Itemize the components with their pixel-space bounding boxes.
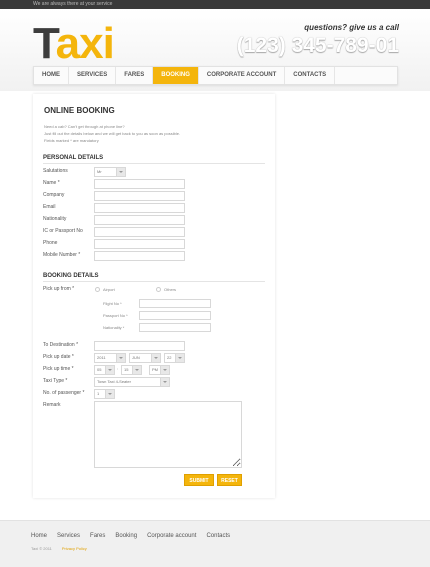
time-separator: : xyxy=(117,366,119,371)
mobile-label: Mobile Number * xyxy=(43,252,81,258)
nav-home[interactable]: Home xyxy=(34,67,69,84)
ic-passport-field[interactable] xyxy=(94,227,185,237)
top-bar-text: We are always there at your service xyxy=(33,1,113,7)
time-hour-select[interactable]: 05 xyxy=(94,365,115,375)
date-month-select[interactable]: JUN xyxy=(129,353,161,363)
passengers-label: No. of passenger * xyxy=(43,390,85,396)
nationality-label: Nationality xyxy=(43,216,67,222)
flight-no-label: Flight No * xyxy=(103,301,122,306)
date-day-value: 22 xyxy=(167,355,172,360)
time-hour-value: 05 xyxy=(97,367,102,372)
airport-radio[interactable] xyxy=(95,287,100,292)
date-year-select[interactable]: 2011 xyxy=(94,353,126,363)
booking-details-title: Booking Details xyxy=(43,273,99,279)
time-ampm-select[interactable]: PM xyxy=(149,365,170,375)
nav-booking[interactable]: Booking xyxy=(153,67,199,84)
intro-text: Need a cab? Can't get through at phone l… xyxy=(44,123,254,144)
date-day-select[interactable]: 22 xyxy=(164,353,185,363)
chevron-down-icon xyxy=(160,378,169,386)
passport-no-label: Passport No * xyxy=(103,313,128,318)
ic-passport-label: IC or Passport No xyxy=(43,228,83,234)
main-nav: Home Services Fares Booking Corporate ac… xyxy=(33,66,398,85)
copyright-text: Taxi © 2011 xyxy=(31,546,52,551)
footer-link-booking[interactable]: Booking xyxy=(115,533,137,539)
booking-nationality-label: Nationality * xyxy=(103,325,125,330)
name-field[interactable] xyxy=(94,179,185,189)
time-minute-select[interactable]: 15 xyxy=(121,365,142,375)
salutation-value: Mr xyxy=(97,169,102,174)
call-tagline: questions? give us a call xyxy=(304,23,399,32)
nav-fares[interactable]: Fares xyxy=(116,67,154,84)
pickup-date-label: Pick up date * xyxy=(43,354,74,360)
date-month-value: JUN xyxy=(132,355,140,360)
destination-label: To Destination * xyxy=(43,342,79,348)
submit-button[interactable]: Submit xyxy=(184,474,214,486)
time-ampm-value: PM xyxy=(152,367,158,372)
footer-link-services[interactable]: Services xyxy=(57,533,80,539)
personal-details-title: Personal Details xyxy=(43,155,104,161)
nationality-field[interactable] xyxy=(94,215,185,225)
divider xyxy=(43,281,265,282)
remark-textarea[interactable] xyxy=(94,401,242,468)
remark-label: Remark xyxy=(43,402,61,408)
nav-corporate-account[interactable]: Corporate account xyxy=(199,67,286,84)
copyright: Taxi © 2011 Privacy Policy xyxy=(31,546,87,551)
booking-panel: Online Booking Need a cab? Can't get thr… xyxy=(33,94,275,498)
chevron-down-icon xyxy=(105,390,114,398)
intro-line: Fields marked * are mandatory xyxy=(44,138,99,143)
airport-radio-label: Airport xyxy=(103,287,115,292)
nav-services[interactable]: Services xyxy=(69,67,117,84)
pickup-from-label: Pick up from * xyxy=(43,286,75,292)
logo-letter-t: T xyxy=(33,19,57,68)
destination-field[interactable] xyxy=(94,341,185,351)
footer: Home Services Fares Booking Corporate ac… xyxy=(0,520,430,567)
top-bar: We are always there at your service xyxy=(0,0,430,9)
chevron-down-icon xyxy=(175,354,184,362)
salutation-label: Salutations xyxy=(43,168,68,174)
company-label: Company xyxy=(43,192,65,198)
footer-link-corporate-account[interactable]: Corporate account xyxy=(147,533,196,539)
others-radio[interactable] xyxy=(156,287,161,292)
intro-line: Just fill out the details below and we w… xyxy=(44,131,181,136)
divider xyxy=(43,163,265,164)
mobile-field[interactable] xyxy=(94,251,185,261)
passport-no-field[interactable] xyxy=(139,311,211,320)
taxi-type-label: Taxi Type * xyxy=(43,378,68,384)
company-field[interactable] xyxy=(94,191,185,201)
salutation-select[interactable]: Mr xyxy=(94,167,126,177)
logo-letters-axi: axi xyxy=(55,19,115,68)
privacy-policy-link[interactable]: Privacy Policy xyxy=(62,546,87,551)
booking-nationality-field[interactable] xyxy=(139,323,211,332)
page-title: Online Booking xyxy=(44,106,115,115)
chevron-down-icon xyxy=(160,366,169,374)
footer-link-contacts[interactable]: Contacts xyxy=(206,533,230,539)
name-label: Name * xyxy=(43,180,60,186)
passengers-select[interactable]: 1 xyxy=(94,389,115,399)
passengers-value: 1 xyxy=(97,391,100,396)
chevron-down-icon xyxy=(132,366,141,374)
email-label: Email xyxy=(43,204,56,210)
phone-number: (123) 345-789-01 xyxy=(236,34,399,57)
email-field[interactable] xyxy=(94,203,185,213)
footer-link-home[interactable]: Home xyxy=(31,533,47,539)
flight-no-field[interactable] xyxy=(139,299,211,308)
intro-line: Need a cab? Can't get through at phone l… xyxy=(44,124,125,129)
reset-button[interactable]: Reset xyxy=(217,474,242,486)
nav-contacts[interactable]: Contacts xyxy=(285,67,336,84)
footer-link-fares[interactable]: Fares xyxy=(90,533,105,539)
chevron-down-icon xyxy=(105,366,114,374)
pickup-time-label: Pick up time * xyxy=(43,366,74,372)
taxi-type-select[interactable]: Town Taxi 4-Seater xyxy=(94,377,170,387)
date-year-value: 2011 xyxy=(97,355,106,360)
taxi-type-value: Town Taxi 4-Seater xyxy=(97,379,131,384)
time-minute-value: 15 xyxy=(124,367,129,372)
logo[interactable]: Taxi xyxy=(33,19,115,68)
phone-label: Phone xyxy=(43,240,58,246)
others-radio-label: Others xyxy=(164,287,177,292)
chevron-down-icon xyxy=(116,354,125,362)
footer-nav: Home Services Fares Booking Corporate ac… xyxy=(31,533,230,539)
chevron-down-icon xyxy=(151,354,160,362)
phone-field[interactable] xyxy=(94,239,185,249)
chevron-down-icon xyxy=(116,168,125,176)
